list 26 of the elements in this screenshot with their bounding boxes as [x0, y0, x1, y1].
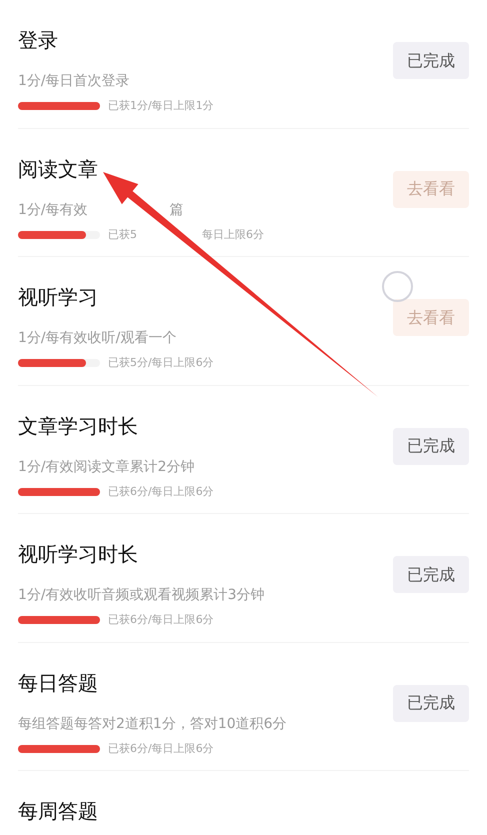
- progress-text: 已获6分/每日上限6分: [108, 740, 214, 756]
- progress-text: 每日上限6分: [202, 226, 264, 242]
- progress-text: 已获6分/每日上限6分: [108, 612, 214, 628]
- task-title: 阅读文章: [18, 156, 99, 180]
- progress-text: 已获6分/每日上限6分: [108, 484, 214, 500]
- task-title: 视听学习: [18, 285, 99, 309]
- progress-text: 已获5: [108, 226, 137, 242]
- task-title: 文章学习时长: [18, 414, 139, 438]
- progress-text: 已获5分/每日上限6分: [108, 355, 214, 371]
- task-button[interactable]: 已完成: [393, 556, 469, 593]
- task-description: 1分/每有效: [18, 200, 88, 220]
- loading-spinner-icon: [381, 270, 414, 303]
- task-description: 1分/每有效收听/观看一个: [18, 329, 176, 348]
- task-button[interactable]: 已完成: [393, 42, 469, 79]
- task-description: 每组答题每答对2道积1分，答对10道积6分: [18, 714, 287, 734]
- task-button[interactable]: 已完成: [393, 428, 469, 464]
- task-button[interactable]: 已完成: [393, 684, 469, 722]
- progress-text: 已获1分/每日上限1分: [108, 98, 214, 114]
- task-title: 视听学习时长: [18, 542, 139, 566]
- task-description: 1分/有效阅读文章累计2分钟: [18, 458, 195, 476]
- task-title: 每周答题: [18, 799, 99, 823]
- task-description: 篇: [170, 200, 184, 220]
- task-title: 每日答题: [18, 670, 99, 694]
- task-description: 1分/每日首次登录: [18, 72, 130, 91]
- task-title: 登录: [18, 28, 59, 52]
- task-description: 1分/有效收听音频或观看视频累计3分钟: [18, 586, 265, 605]
